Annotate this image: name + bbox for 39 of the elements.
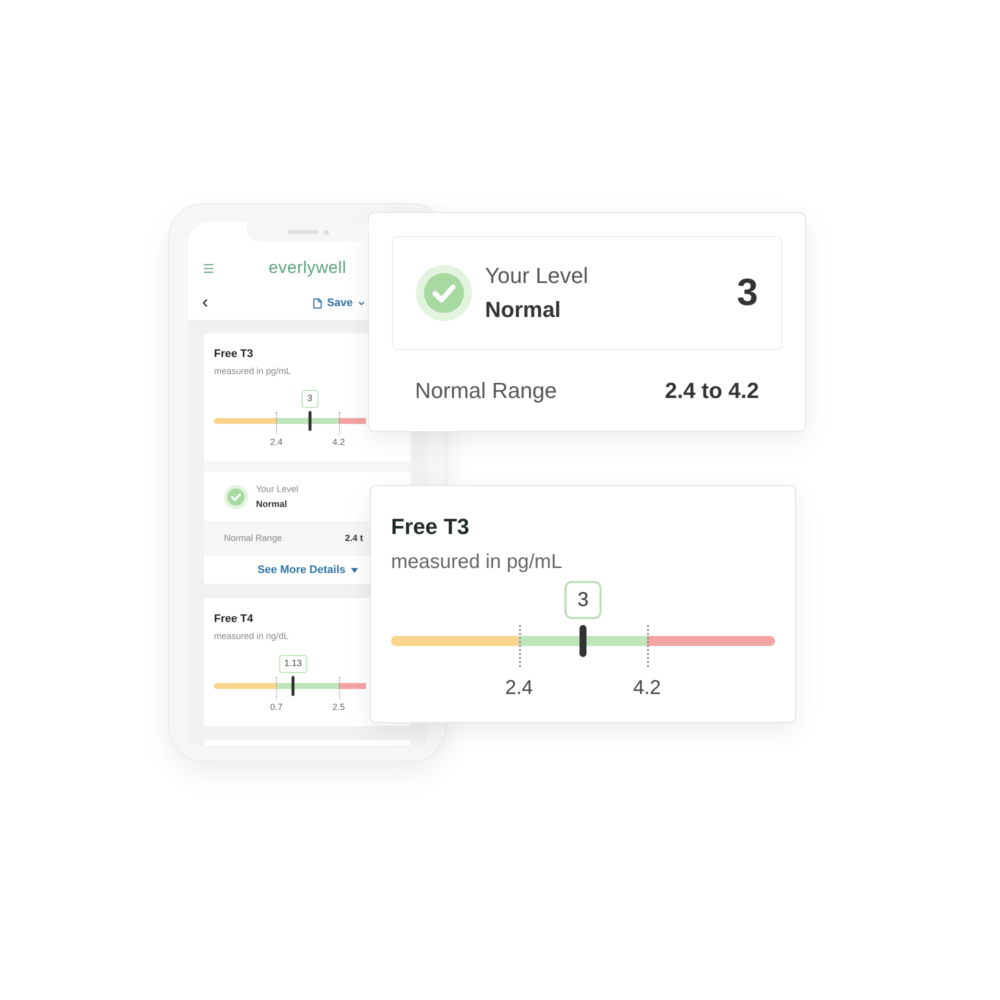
unit-label: measured in ng/dL (214, 630, 289, 642)
range-value: 2.4 to 4.2 (664, 376, 759, 404)
value-badge: 3 (564, 581, 602, 619)
threshold-line (338, 412, 340, 434)
threshold-label: 4.2 (332, 436, 345, 448)
threshold-line (338, 677, 340, 699)
brand-logo: everlywell (268, 258, 346, 278)
status-label: Normal (485, 296, 562, 324)
result-title: Free T4 (214, 612, 254, 626)
check-circle-icon (416, 265, 472, 321)
threshold-line (276, 412, 278, 434)
threshold-label: 2.4 (270, 436, 283, 448)
level-label: Your Level (485, 262, 588, 290)
threshold-line (647, 625, 649, 667)
threshold-line (276, 677, 278, 699)
value-badge: 1.13 (279, 655, 307, 673)
file-icon (312, 298, 323, 308)
range-label: Normal Range (415, 376, 557, 405)
threshold-label: 4.2 (633, 676, 661, 700)
range-value: 2.4 t (345, 532, 364, 545)
status-label: Normal (256, 498, 288, 510)
result-title: Free T3 (391, 513, 470, 541)
check-circle-icon (224, 484, 248, 508)
see-more-link[interactable]: See More Details (257, 562, 358, 578)
camera-icon (324, 230, 328, 234)
threshold-label: 0.7 (270, 701, 283, 713)
range-label: Normal Range (224, 532, 282, 545)
level-value: 3 (736, 271, 758, 315)
unit-label: measured in pg/mL (391, 550, 562, 575)
threshold-label: 2.4 (505, 676, 533, 700)
threshold-line (519, 625, 521, 667)
caret-down-icon (350, 568, 358, 572)
level-label: Your Level (256, 483, 298, 495)
save-button[interactable]: Save (312, 294, 366, 312)
value-badge: 3 (301, 390, 318, 408)
result-title: Free T3 (214, 347, 254, 361)
unit-label: measured in pg/mL (214, 365, 292, 377)
menu-icon[interactable] (202, 262, 215, 274)
threshold-label: 2.5 (332, 701, 345, 713)
